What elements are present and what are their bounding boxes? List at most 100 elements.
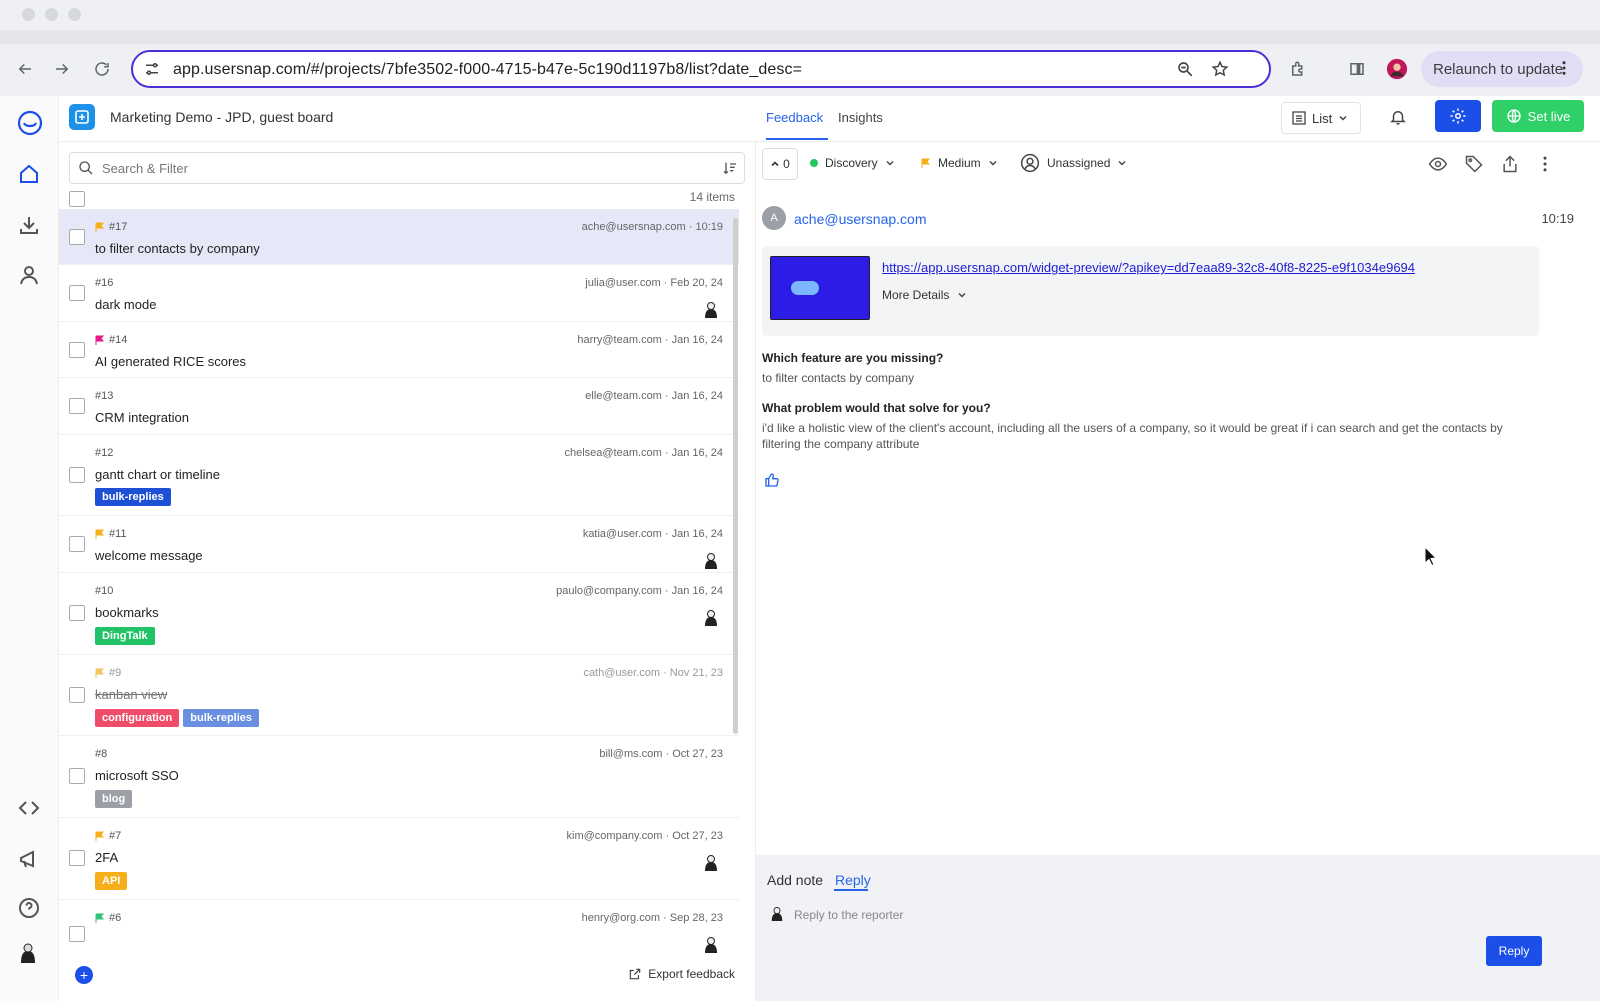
home-icon[interactable]	[17, 162, 43, 188]
view-switch-button[interactable]: List	[1281, 102, 1361, 134]
feedback-detail-pane: 0 Discovery Medium Unassigned A ache@use…	[755, 142, 1600, 1001]
row-checkbox[interactable]	[69, 229, 85, 245]
account-avatar-icon[interactable]	[17, 941, 43, 967]
row-checkbox[interactable]	[69, 467, 85, 483]
export-feedback-button[interactable]: Export feedback	[628, 967, 735, 981]
bookmark-star-icon[interactable]	[1211, 60, 1231, 80]
relaunch-button[interactable]: Relaunch to update	[1421, 51, 1583, 87]
tag-badge[interactable]: configuration	[95, 709, 180, 727]
reply-input[interactable]: Reply to the reporter	[794, 908, 903, 922]
status-label: Discovery	[825, 156, 878, 170]
code-icon[interactable]	[17, 796, 43, 822]
tab-strip	[0, 30, 1600, 44]
assignee-dropdown[interactable]: Unassigned	[1020, 153, 1127, 173]
tag-badge[interactable]: blog	[95, 790, 133, 808]
download-icon[interactable]	[17, 213, 43, 239]
zoom-icon[interactable]	[1176, 60, 1196, 80]
feedback-rows: #17 to filter contacts by company ache@u…	[59, 209, 739, 961]
board-icon[interactable]	[69, 104, 95, 130]
table-row[interactable]: #14 AI generated RICE scores harry@team.…	[59, 322, 739, 378]
assignee-avatar-icon	[705, 553, 717, 569]
table-row[interactable]: #17 to filter contacts by company ache@u…	[59, 209, 739, 265]
list-scrollbar[interactable]	[733, 218, 738, 734]
tag-badge[interactable]: bulk-replies	[95, 488, 171, 506]
thumbs-up-icon[interactable]	[764, 472, 780, 488]
export-label: Export feedback	[648, 967, 735, 981]
profile-avatar[interactable]	[1384, 56, 1410, 82]
tab-insights[interactable]: Insights	[838, 110, 883, 125]
forward-icon[interactable]	[49, 56, 75, 82]
reply-panel: Add note Reply Reply to the reporter Rep…	[756, 855, 1600, 1001]
help-icon[interactable]	[17, 896, 43, 922]
row-checkbox[interactable]	[69, 850, 85, 866]
usersnap-logo-icon[interactable]	[17, 110, 43, 136]
more-vertical-icon[interactable]	[1535, 154, 1555, 174]
row-checkbox[interactable]	[69, 605, 85, 621]
more-details-toggle[interactable]: More Details	[882, 288, 967, 302]
user-icon[interactable]	[17, 263, 43, 289]
row-meta: julia@user.com · Feb 20, 24	[585, 277, 723, 289]
priority-dropdown[interactable]: Medium	[921, 156, 998, 170]
tag-badge[interactable]: bulk-replies	[183, 709, 260, 727]
table-row[interactable]: #12 gantt chart or timeline chelsea@team…	[59, 435, 739, 516]
set-live-label: Set live	[1527, 108, 1571, 124]
eye-icon[interactable]	[1428, 154, 1448, 174]
extensions-icon[interactable]	[1285, 56, 1311, 82]
table-row[interactable]: #10 bookmarks paulo@company.com · Jan 16…	[59, 573, 739, 655]
tab-feedback[interactable]: Feedback	[766, 110, 823, 125]
flag-icon	[95, 222, 105, 232]
back-icon[interactable]	[12, 56, 38, 82]
set-live-button[interactable]: Set live	[1492, 100, 1584, 132]
table-row[interactable]: #7 2FA kim@company.com · Oct 27, 23 API	[59, 818, 739, 900]
vote-count: 0	[783, 157, 790, 171]
tab-reply[interactable]: Reply	[835, 872, 871, 888]
row-meta: chelsea@team.com · Jan 16, 24	[564, 447, 723, 459]
flag-icon	[95, 335, 105, 345]
row-meta: henry@org.com · Sep 28, 23	[581, 912, 723, 924]
tab-add-note[interactable]: Add note	[767, 872, 823, 888]
chevron-up-icon	[770, 159, 780, 169]
site-settings-icon[interactable]	[143, 60, 163, 80]
tag-icon[interactable]	[1464, 154, 1484, 174]
select-all-checkbox[interactable]	[69, 191, 85, 207]
reply-button[interactable]: Reply	[1486, 936, 1542, 966]
reload-icon[interactable]	[89, 56, 115, 82]
side-panel-icon[interactable]	[1344, 56, 1370, 82]
row-checkbox[interactable]	[69, 342, 85, 358]
menu-dots-icon[interactable]	[1555, 59, 1573, 77]
row-checkbox[interactable]	[69, 768, 85, 784]
screenshot-thumbnail[interactable]	[770, 256, 870, 320]
settings-button[interactable]	[1435, 100, 1481, 132]
table-row[interactable]: #9 kanban view cath@user.com · Nov 21, 2…	[59, 655, 739, 736]
table-row[interactable]: #13 CRM integration elle@team.com · Jan …	[59, 378, 739, 435]
address-bar[interactable]: app.usersnap.com/#/projects/7bfe3502-f00…	[131, 50, 1271, 88]
status-dropdown[interactable]: Discovery	[810, 156, 895, 170]
table-row[interactable]: #6 henry@org.com · Sep 28, 23	[59, 900, 739, 960]
preview-link[interactable]: https://app.usersnap.com/widget-preview/…	[882, 260, 1415, 275]
reporter-email[interactable]: ache@usersnap.com	[794, 211, 927, 227]
notifications-bell-icon[interactable]	[1389, 108, 1407, 126]
row-checkbox[interactable]	[69, 536, 85, 552]
row-checkbox[interactable]	[69, 687, 85, 703]
sort-icon[interactable]	[722, 160, 738, 176]
table-row[interactable]: #16 dark mode julia@user.com · Feb 20, 2…	[59, 265, 739, 322]
tag-badge[interactable]: API	[95, 872, 128, 890]
table-row[interactable]: #11 welcome message katia@user.com · Jan…	[59, 516, 739, 573]
add-feedback-button[interactable]: +	[75, 966, 93, 984]
assignee-avatar-icon	[705, 302, 717, 318]
search-filter-input[interactable]: Search & Filter	[69, 152, 745, 184]
row-tags: blog	[95, 790, 133, 808]
items-count: 14 items	[689, 190, 735, 204]
list-footer: + Export feedback	[59, 954, 749, 1001]
upvote-button[interactable]: 0	[762, 148, 798, 180]
row-checkbox[interactable]	[69, 926, 85, 942]
tag-badge[interactable]: DingTalk	[95, 627, 155, 645]
window-controls[interactable]	[22, 8, 81, 21]
table-row[interactable]: #8 microsoft SSO bill@ms.com · Oct 27, 2…	[59, 736, 739, 818]
row-checkbox[interactable]	[69, 398, 85, 414]
row-title: gantt chart or timeline	[95, 467, 221, 482]
row-meta: ache@usersnap.com · 10:19	[581, 221, 723, 233]
share-icon[interactable]	[1500, 154, 1520, 174]
row-checkbox[interactable]	[69, 285, 85, 301]
megaphone-icon[interactable]	[17, 848, 43, 874]
